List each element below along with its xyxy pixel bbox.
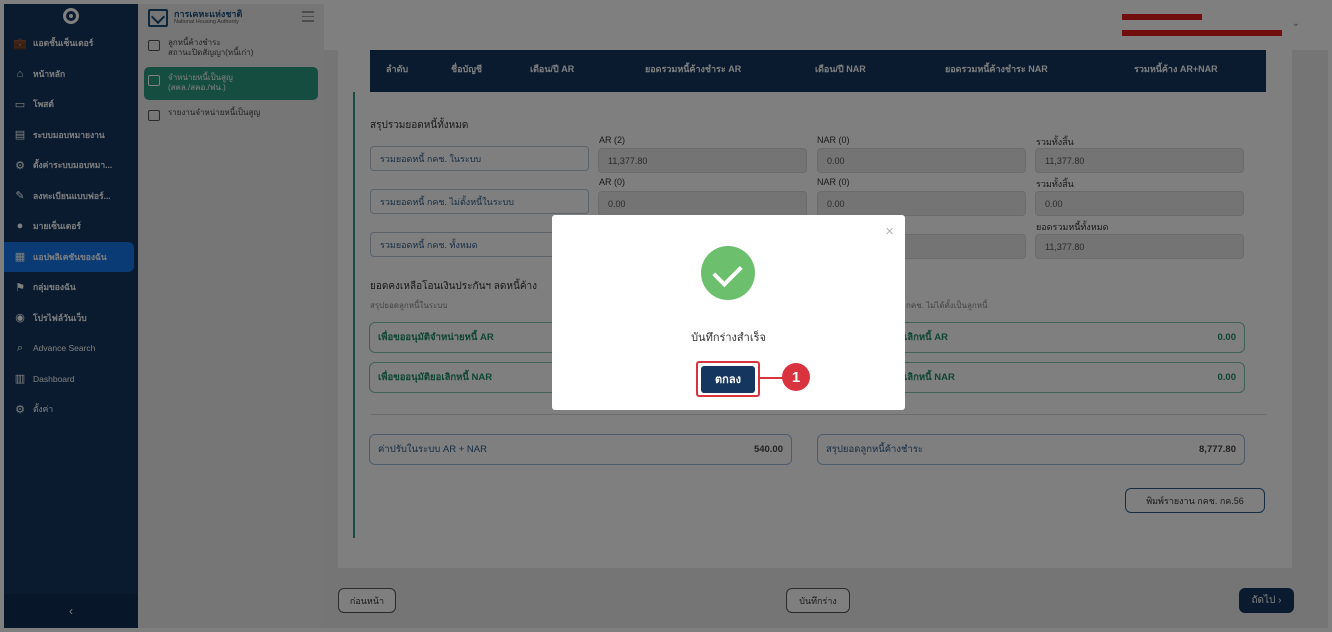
success-check-icon xyxy=(701,246,755,300)
ok-button[interactable]: ตกลง xyxy=(701,365,755,393)
close-icon[interactable]: × xyxy=(885,223,894,240)
dialog-message: บันทึกร่างสำเร็จ xyxy=(691,332,766,344)
step-callout-badge: 1 xyxy=(782,363,810,391)
ok-button-highlight: ตกลง xyxy=(696,361,760,397)
success-dialog: × บันทึกร่างสำเร็จ ตกลง xyxy=(552,215,905,410)
callout-connector xyxy=(760,377,784,379)
